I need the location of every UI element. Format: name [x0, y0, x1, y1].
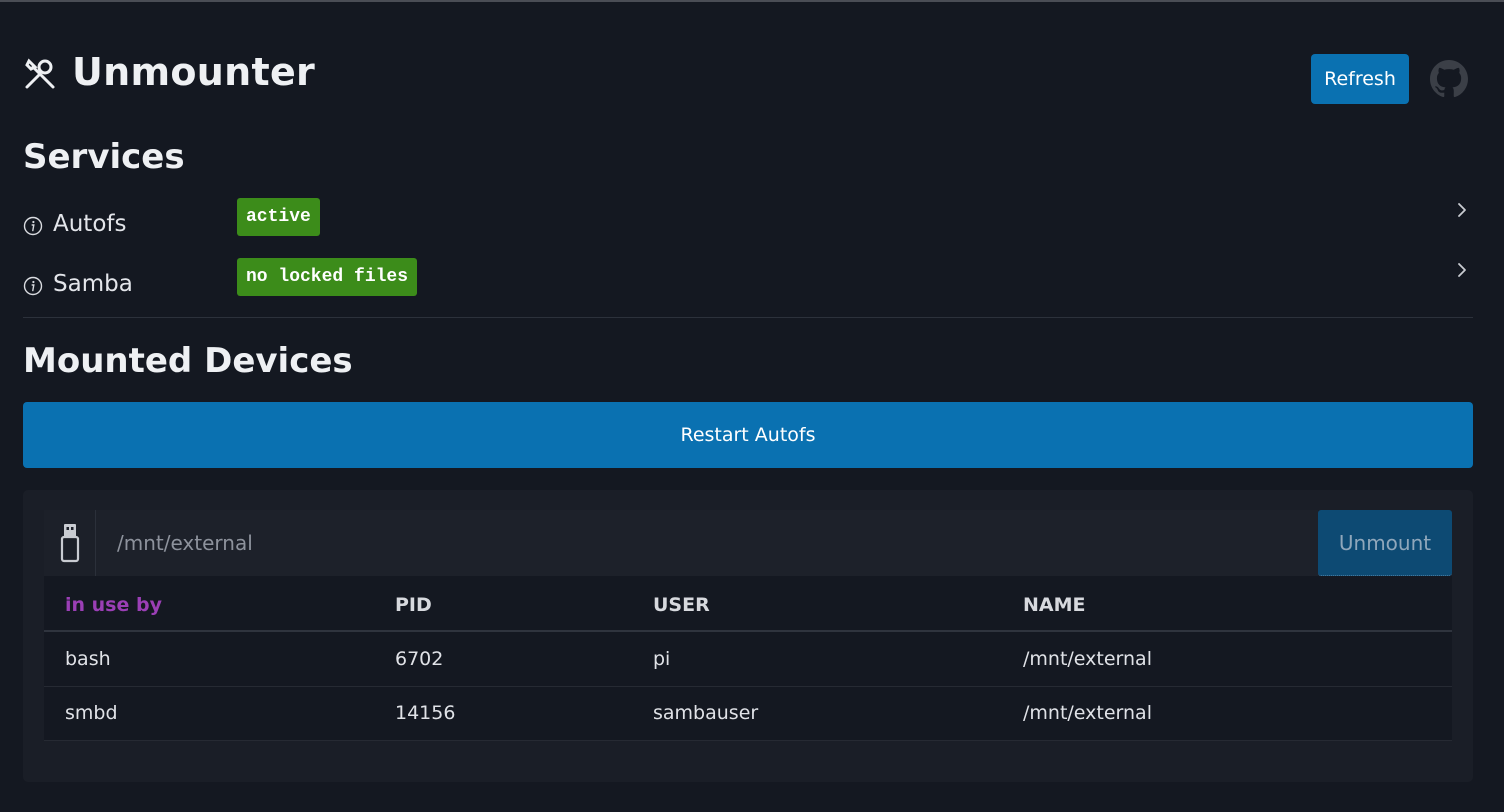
- service-name: Samba: [53, 271, 133, 297]
- device-card: Unmount in use by PID USER NAME bash 670…: [23, 490, 1473, 782]
- column-header-in-use-by: in use by: [65, 594, 162, 616]
- info-icon[interactable]: [23, 216, 43, 236]
- cell-pid: 6702: [395, 648, 444, 670]
- github-icon[interactable]: [1430, 60, 1468, 98]
- status-badge: active: [237, 198, 320, 236]
- info-icon[interactable]: [23, 276, 43, 296]
- chevron-right-icon[interactable]: [1455, 202, 1469, 218]
- process-table: in use by PID USER NAME bash 6702 pi /mn…: [44, 576, 1452, 741]
- tools-icon: [25, 58, 55, 89]
- mount-path-input[interactable]: [96, 510, 1318, 576]
- app-header: Unmounter Refresh: [23, 50, 1473, 104]
- service-row-autofs[interactable]: Autofs active: [23, 198, 1473, 246]
- service-row-samba[interactable]: Samba no locked files: [23, 258, 1473, 306]
- cell-name: /mnt/external: [1023, 702, 1152, 724]
- device-bar: Unmount: [44, 510, 1452, 576]
- service-name: Autofs: [53, 211, 127, 237]
- cell-pid: 14156: [395, 702, 456, 724]
- cell-process: smbd: [65, 702, 118, 724]
- column-header-name: NAME: [1023, 594, 1086, 616]
- page: Unmounter Refresh Services Autofs active…: [23, 0, 1473, 812]
- refresh-button[interactable]: Refresh: [1311, 54, 1409, 104]
- restart-autofs-button[interactable]: Restart Autofs: [23, 402, 1473, 468]
- mounted-devices-title: Mounted Devices: [23, 341, 353, 381]
- cell-name: /mnt/external: [1023, 648, 1152, 670]
- status-badge: no locked files: [237, 258, 418, 296]
- table-row: bash 6702 pi /mnt/external: [44, 633, 1452, 687]
- table-row: smbd 14156 sambauser /mnt/external: [44, 687, 1452, 741]
- cell-user: pi: [653, 648, 671, 670]
- cell-user: sambauser: [653, 702, 759, 724]
- usb-drive-icon: [60, 524, 79, 563]
- table-header: in use by PID USER NAME: [44, 576, 1452, 632]
- column-header-pid: PID: [395, 594, 432, 616]
- app-title: Unmounter: [72, 50, 316, 94]
- usb-icon-box: [44, 510, 96, 576]
- column-header-user: USER: [653, 594, 710, 616]
- unmount-button[interactable]: Unmount: [1318, 510, 1452, 576]
- cell-process: bash: [65, 648, 111, 670]
- section-divider: [23, 317, 1473, 318]
- services-title: Services: [23, 137, 185, 177]
- chevron-right-icon[interactable]: [1455, 262, 1469, 278]
